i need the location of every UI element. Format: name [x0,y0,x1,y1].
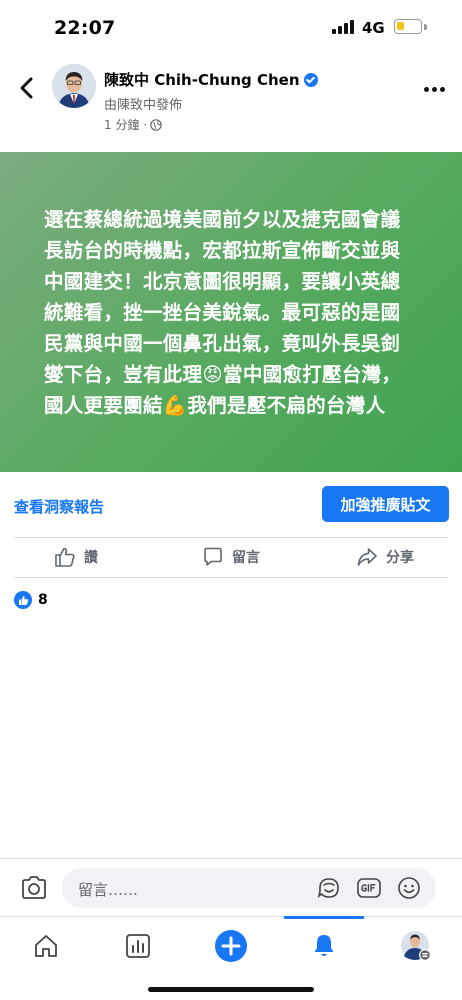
share-icon [357,548,377,566]
avatar-sticker-icon[interactable] [316,875,342,901]
home-indicator [148,987,314,992]
share-label: 分享 [386,550,414,566]
status-time: 22:07 [54,17,116,39]
comment-label: 留言 [232,550,260,566]
notifications-icon [314,935,334,956]
back-button[interactable] [12,74,40,102]
comment-icon [204,547,222,566]
create-icon [215,930,247,962]
author-name-text: 陳致中 Chih-Chung Chen [104,71,300,89]
profile-menu-icon [401,931,431,961]
network-label: 4G [362,19,385,37]
like-reaction-icon [14,591,32,609]
more-dot [424,86,429,92]
like-label: 讚 [84,550,98,566]
divider [14,577,448,578]
home-icon [35,935,57,957]
view-insights-link[interactable]: 查看洞察報告 [14,496,104,517]
nav-home[interactable] [26,929,66,963]
dashboard-icon [126,934,150,958]
comment-input[interactable]: 留言…… [62,868,436,908]
nav-profile-menu[interactable] [396,929,436,963]
nav-dashboard[interactable] [118,929,158,963]
post-text: 選在蔡總統過境美國前夕以及捷克國會議長訪台的時機點，宏都拉斯宣佈斷交並與中國建交… [44,207,402,417]
more-options-button[interactable] [424,84,448,94]
signal-icon [332,20,356,34]
chevron-left-icon [20,77,33,99]
verified-badge-icon [303,73,318,87]
bottom-nav [0,916,462,1000]
reactions-summary[interactable]: 8 [14,591,48,609]
nav-notifications[interactable] [304,929,344,963]
more-dot [432,86,437,92]
battery-icon [394,19,422,34]
published-by: 由陳致中發佈 [104,98,183,113]
thumbs-up-icon [18,595,28,605]
more-dot [440,86,445,92]
status-bar: 22:07 4G [0,0,462,56]
battery-tip [424,24,427,30]
active-tab-indicator [284,916,364,919]
gif-icon[interactable] [356,875,382,901]
action-bar: 讚 留言 分享 [0,538,462,578]
post-header: 陳致中 Chih-Chung Chen 由陳致中發佈 1 分鐘 · [0,56,462,152]
comment-placeholder: 留言…… [78,881,139,899]
share-button[interactable]: 分享 [356,546,414,568]
thumbs-up-icon [55,547,75,567]
camera-icon[interactable] [20,875,48,901]
avatar-image [52,64,96,108]
author-name[interactable]: 陳致中 Chih-Chung Chen [104,69,318,90]
like-button[interactable]: 讚 [54,546,98,568]
post-meta: 1 分鐘 · [104,116,162,133]
avatar[interactable] [52,64,96,108]
post-content[interactable]: 選在蔡總統過境美國前夕以及捷克國會議長訪台的時機點，宏都拉斯宣佈斷交並與中國建交… [0,152,462,472]
post-time[interactable]: 1 分鐘 · [104,116,147,133]
comment-composer: 留言…… [0,858,462,916]
nav-create[interactable] [211,929,251,963]
emoji-icon[interactable] [396,875,422,901]
globe-icon[interactable] [150,118,162,131]
comment-button[interactable]: 留言 [202,546,260,568]
reaction-count: 8 [38,592,48,608]
battery-level [397,22,404,30]
boost-post-button[interactable]: 加強推廣貼文 [322,486,449,522]
